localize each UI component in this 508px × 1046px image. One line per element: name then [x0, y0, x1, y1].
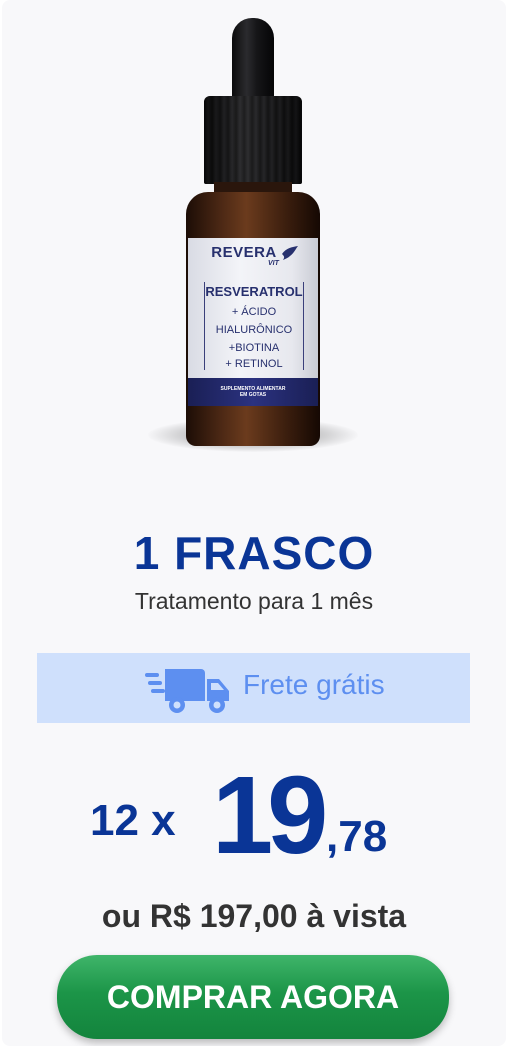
free-shipping-label: Frete grátis — [243, 669, 385, 700]
label-brand-text: REVERA — [211, 244, 277, 261]
label-brand-sub: VIT — [268, 260, 279, 267]
price-integer: 19 — [212, 754, 328, 877]
bottle-label: REVERA VIT RESVERATROL + ÁCIDO HIALURÔNI… — [188, 238, 318, 406]
dropper-bulb — [232, 18, 274, 106]
installments-count: 12 x — [90, 796, 176, 845]
offer-subtitle: Tratamento para 1 mês — [134, 588, 374, 614]
price-block: 12 x 19 ,78 — [0, 754, 508, 877]
price-decimal: ,78 — [326, 812, 388, 861]
bird-logo-icon — [282, 246, 298, 260]
bottle-cap — [204, 96, 302, 184]
free-shipping-banner: Frete grátis — [37, 653, 470, 723]
label-footer-line-2: EM GOTAS — [239, 392, 267, 398]
cash-price: ou R$ 197,00 à vista — [101, 898, 407, 934]
label-footer: SUPLEMENTO ALIMENTAR EM GOTAS — [188, 378, 318, 406]
buy-now-button[interactable]: COMPRAR AGORA — [57, 955, 449, 1039]
label-line-1: RESVERATROL — [205, 284, 303, 299]
label-line-2: + ÁCIDO — [231, 306, 277, 318]
offer-title: 1 FRASCO — [133, 527, 375, 579]
product-image: REVERA VIT RESVERATROL + ÁCIDO HIALURÔNI… — [0, 0, 508, 470]
delivery-truck-icon — [145, 669, 229, 713]
label-ingredients-box: RESVERATROL + ÁCIDO HIALURÔNICO +BIOTINA… — [204, 282, 304, 370]
label-line-4: +BIOTINA — [228, 342, 280, 354]
label-line-5: + RETINOL — [225, 358, 283, 370]
label-footer-line-1: SUPLEMENTO ALIMENTAR — [220, 386, 286, 392]
label-line-3: HIALURÔNICO — [215, 324, 293, 336]
